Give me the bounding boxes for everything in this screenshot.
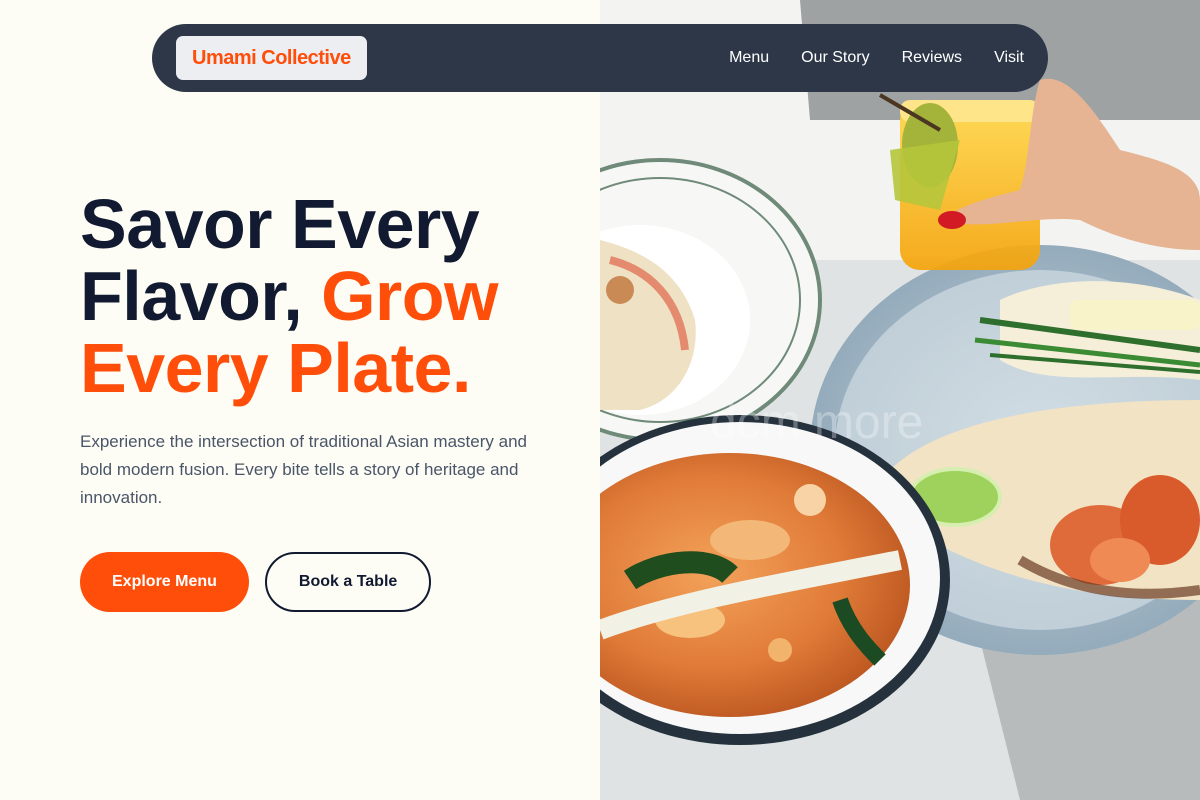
- book-table-button[interactable]: Book a Table: [264, 552, 432, 612]
- hero-description: Experience the intersection of tradition…: [80, 432, 527, 507]
- hero-headline: Savor Every Flavor, Grow Every Plate.: [80, 188, 580, 404]
- headline-line-2-accent: Grow: [321, 257, 499, 335]
- headline-line-3-accent: Every Plate.: [80, 329, 471, 407]
- hero-cta-row: Explore Menu Book a Table: [80, 552, 432, 612]
- food-photo-illustration: dcm more: [600, 0, 1200, 800]
- nav-links: Menu Our Story Reviews Visit: [729, 49, 1024, 67]
- nav-link-our-story[interactable]: Our Story: [801, 49, 869, 67]
- hero-food-photo: dcm more: [600, 0, 1200, 800]
- top-navbar: Umami Collective Menu Our Story Reviews …: [152, 24, 1048, 92]
- nav-link-reviews[interactable]: Reviews: [902, 49, 962, 67]
- brand-logo[interactable]: Umami Collective: [176, 36, 367, 80]
- headline-line-2-dark: Flavor,: [80, 257, 322, 335]
- explore-menu-button[interactable]: Explore Menu: [80, 552, 249, 612]
- nav-link-menu[interactable]: Menu: [729, 49, 769, 67]
- headline-line-1: Savor Every: [80, 185, 480, 263]
- photo-watermark: dcm more: [710, 396, 923, 449]
- nav-link-visit[interactable]: Visit: [994, 49, 1024, 67]
